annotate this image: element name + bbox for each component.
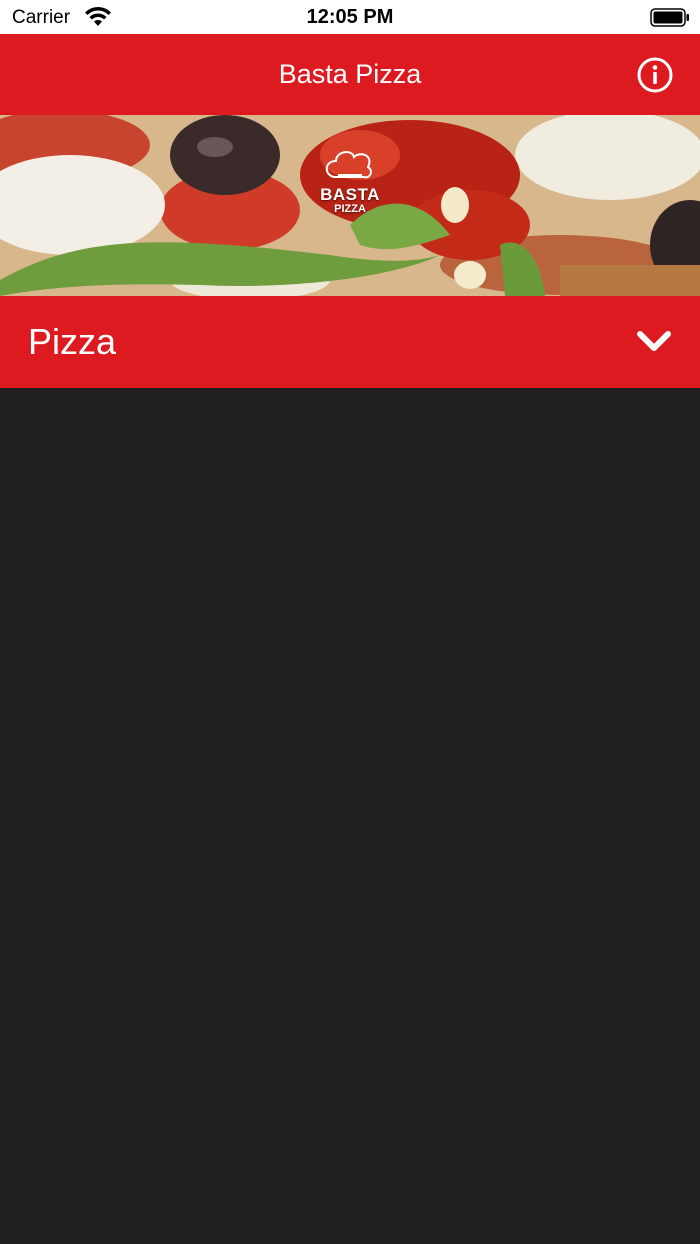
category-header-pizza[interactable]: Pizza bbox=[0, 296, 700, 388]
status-bar: Carrier 12:05 PM bbox=[0, 0, 700, 34]
page-title: Basta Pizza bbox=[278, 59, 422, 89]
logo-text-pizza: PIZZA bbox=[334, 203, 366, 215]
header-banner-image: BASTA PIZZA bbox=[0, 115, 700, 296]
chef-hat-icon bbox=[325, 151, 372, 179]
content-area bbox=[0, 388, 700, 1244]
category-label: Pizza bbox=[28, 321, 117, 362]
info-circle-icon[interactable] bbox=[636, 56, 674, 94]
logo-text-basta: BASTA bbox=[320, 185, 380, 204]
battery-icon bbox=[650, 8, 689, 27]
basta-pizza-logo: BASTA PIZZA bbox=[312, 145, 388, 245]
chevron-down-icon[interactable] bbox=[636, 328, 672, 354]
clock: 12:05 PM bbox=[306, 6, 394, 28]
navigation-bar: Basta Pizza bbox=[0, 34, 700, 115]
